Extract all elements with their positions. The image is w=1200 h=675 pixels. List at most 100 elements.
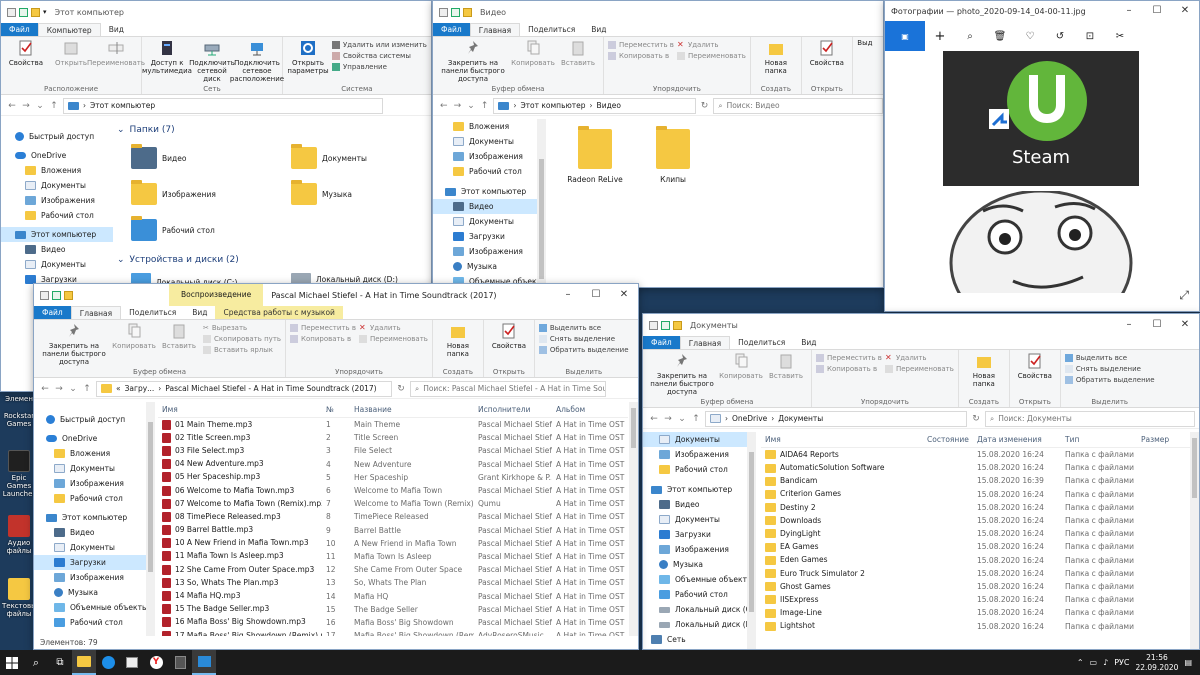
properties-button[interactable]: Свойства bbox=[806, 39, 848, 84]
rename-button[interactable]: Переименовать bbox=[87, 39, 145, 84]
move-to-button[interactable]: Переместить в bbox=[816, 354, 882, 362]
table-row[interactable]: Bandicam 15.08.2020 16:39 Папка с файлами bbox=[761, 474, 1191, 487]
recent-dropdown[interactable]: ⌄ bbox=[466, 101, 476, 111]
table-row[interactable]: 13 So, Whats The Plan.mp3 13 So, Whats The… bbox=[158, 576, 628, 589]
add-network-location-button[interactable]: Подключить сетевое расположение bbox=[230, 39, 284, 84]
nav-item[interactable]: Рабочий стол bbox=[433, 164, 537, 179]
nav-item[interactable]: Видео bbox=[1, 242, 113, 257]
taskbar-calculator[interactable] bbox=[168, 650, 192, 675]
nav-item[interactable]: Загрузки bbox=[433, 229, 537, 244]
delete-button[interactable]: ✕ Удалить bbox=[677, 41, 746, 50]
pin-quick-access-button[interactable]: Закрепить на панели быстрого доступа bbox=[38, 322, 110, 367]
title-bar[interactable]: ▾ Этот компьютер bbox=[1, 1, 431, 23]
rename-button[interactable]: Переименовать bbox=[358, 335, 428, 343]
search-input[interactable]: ⌕ Поиск: Документы bbox=[985, 410, 1195, 427]
column-header-title[interactable]: Название bbox=[350, 405, 474, 414]
properties-icon[interactable] bbox=[661, 320, 670, 330]
tab-home[interactable]: Главная bbox=[679, 336, 731, 349]
column-header-artists[interactable]: Исполнители bbox=[474, 405, 552, 414]
nav-item[interactable]: Видео bbox=[643, 497, 747, 512]
copy-button[interactable]: Копировать bbox=[719, 352, 763, 397]
pin-quick-access-button[interactable]: Закрепить на панели быстрого доступа bbox=[647, 352, 717, 397]
up-button[interactable]: ↑ bbox=[49, 101, 59, 111]
tab-view[interactable]: Вид bbox=[184, 306, 215, 319]
tab-home[interactable]: Главная bbox=[469, 23, 521, 36]
copy-to-button[interactable]: Копировать в bbox=[816, 365, 882, 373]
copy-path-button[interactable]: Скопировать путь bbox=[203, 335, 281, 343]
address-path[interactable]: › OneDrive › Документы bbox=[705, 410, 967, 427]
uninstall-button[interactable]: Удалить или изменить bbox=[332, 41, 427, 49]
nav-item[interactable]: Вложения bbox=[433, 119, 537, 134]
network-icon[interactable]: ▭ bbox=[1090, 658, 1098, 667]
nav-item[interactable]: Музыка bbox=[643, 557, 747, 572]
taskbar-photos[interactable] bbox=[192, 650, 216, 675]
table-row[interactable]: Euro Truck Simulator 2 15.08.2020 16:24 Па… bbox=[761, 567, 1191, 580]
volume-icon[interactable]: ♪ bbox=[1103, 658, 1108, 667]
rotate-icon[interactable]: ↺ bbox=[1045, 31, 1075, 42]
desktop-icon-elements[interactable]: Элемен bbox=[2, 395, 36, 403]
nav-item[interactable]: Документы bbox=[433, 214, 537, 229]
pin-quick-access-button[interactable]: Закрепить на панели быстрого доступа bbox=[437, 39, 509, 84]
section-header-folders[interactable]: ⌄ Папки (7) bbox=[117, 121, 431, 139]
table-row[interactable]: 04 New Adventure.mp3 4 New Adventure Pascal… bbox=[158, 458, 628, 471]
nav-item-this-pc[interactable]: Этот компьютер bbox=[1, 227, 113, 242]
column-header-size[interactable]: Размер bbox=[1137, 435, 1185, 444]
move-to-button[interactable]: Переместить в bbox=[608, 41, 674, 49]
refresh-button[interactable]: ↻ bbox=[700, 101, 710, 111]
table-row[interactable]: Image-Line 15.08.2020 16:24 Папка с файлам… bbox=[761, 606, 1191, 619]
search-input[interactable]: ⌕ Поиск: Pascal Michael Stiefel - A Hat i… bbox=[410, 380, 606, 397]
table-row[interactable]: Eden Games 15.08.2020 16:24 Папка с файлам… bbox=[761, 554, 1191, 567]
nav-item[interactable]: Объемные объекты bbox=[643, 572, 747, 587]
folder-tile-music[interactable]: Музыка bbox=[291, 180, 352, 205]
table-row[interactable]: 11 Mafia Town Is Asleep.mp3 11 Mafia Town … bbox=[158, 550, 628, 563]
up-button[interactable]: ↑ bbox=[480, 101, 490, 111]
properties-button[interactable]: Свойства bbox=[488, 322, 530, 367]
copy-button[interactable]: Копировать bbox=[112, 322, 156, 367]
desktop-icon-rockstar[interactable]: Rockstar Games bbox=[2, 412, 36, 428]
folder-tile-videos[interactable]: Видео bbox=[131, 144, 186, 169]
table-row[interactable]: 10 A New Friend in Mafia Town.mp3 10 A New… bbox=[158, 537, 628, 550]
properties-icon[interactable] bbox=[52, 290, 61, 300]
title-bar[interactable]: Фотографии — photo_2020-09-14_04-00-11.j… bbox=[885, 1, 1199, 21]
table-row[interactable]: Lightshot 15.08.2020 16:24 Папка с файлами bbox=[761, 619, 1191, 632]
list-scrollbar[interactable] bbox=[1190, 432, 1199, 649]
recent-dropdown[interactable]: ⌄ bbox=[35, 101, 45, 111]
properties-button[interactable]: Свойства bbox=[5, 39, 47, 84]
nav-scrollbar[interactable] bbox=[146, 402, 155, 636]
tab-view[interactable]: Вид bbox=[101, 23, 132, 36]
tab-music-tools[interactable]: Средства работы с музыкой bbox=[215, 306, 343, 319]
rename-button[interactable]: Переименовать bbox=[676, 52, 746, 60]
invert-selection-button[interactable]: Обратить выделение bbox=[538, 346, 629, 354]
tab-file[interactable]: Файл bbox=[34, 306, 71, 319]
table-row[interactable]: 01 Main Theme.mp3 1 Main Theme Pascal Micha… bbox=[158, 418, 628, 431]
task-view-button[interactable]: ⧉ bbox=[48, 650, 72, 675]
nav-item[interactable]: Изображения bbox=[643, 542, 747, 557]
cut-button[interactable]: ✂ Вырезать bbox=[203, 324, 281, 332]
folder-tile-documents[interactable]: Документы bbox=[291, 144, 367, 169]
select-all-button[interactable]: Выделить все bbox=[1064, 354, 1155, 362]
section-header-drives[interactable]: ⌄ Устройства и диски (2) bbox=[117, 251, 431, 269]
minimize-button[interactable]: – bbox=[1115, 1, 1143, 22]
nav-item[interactable]: Вложения bbox=[1, 163, 113, 178]
tab-view[interactable]: Вид bbox=[793, 336, 824, 349]
table-row[interactable]: 08 TimePiece Released.mp3 8 TimePiece Rele… bbox=[158, 510, 628, 523]
nav-item[interactable]: Рабочий стол bbox=[34, 491, 146, 506]
nav-item[interactable]: Изображения bbox=[1, 193, 113, 208]
start-button[interactable] bbox=[0, 650, 24, 675]
zoom-icon[interactable]: ⌕ bbox=[955, 31, 985, 42]
table-row[interactable]: 17 Mafia Boss' Big Showdown (Remix).mp3 1… bbox=[158, 629, 628, 636]
desktop-icon-text[interactable]: Текстовые файлы bbox=[2, 578, 41, 618]
taskbar-yandex[interactable]: Y bbox=[144, 650, 168, 675]
address-path[interactable]: › Этот компьютер › Видео bbox=[493, 97, 696, 114]
table-row[interactable]: 03 File Select.mp3 3 File Select Pascal Mic… bbox=[158, 444, 628, 457]
context-tab-header[interactable]: Воспроизведение bbox=[169, 284, 264, 306]
back-button[interactable]: ← bbox=[439, 101, 449, 111]
nav-item-videos[interactable]: Видео bbox=[433, 199, 537, 214]
nav-item[interactable]: Быстрый доступ bbox=[34, 412, 146, 427]
paste-button[interactable]: Вставить bbox=[765, 352, 807, 397]
folder-tile-clips[interactable]: Клипы bbox=[643, 126, 703, 184]
language-indicator[interactable]: РУС bbox=[1114, 658, 1129, 667]
delete-icon[interactable]: 🗑 bbox=[985, 31, 1015, 42]
desktop-icon-audio[interactable]: Аудио файлы bbox=[2, 515, 36, 555]
new-folder-icon[interactable] bbox=[463, 7, 472, 17]
